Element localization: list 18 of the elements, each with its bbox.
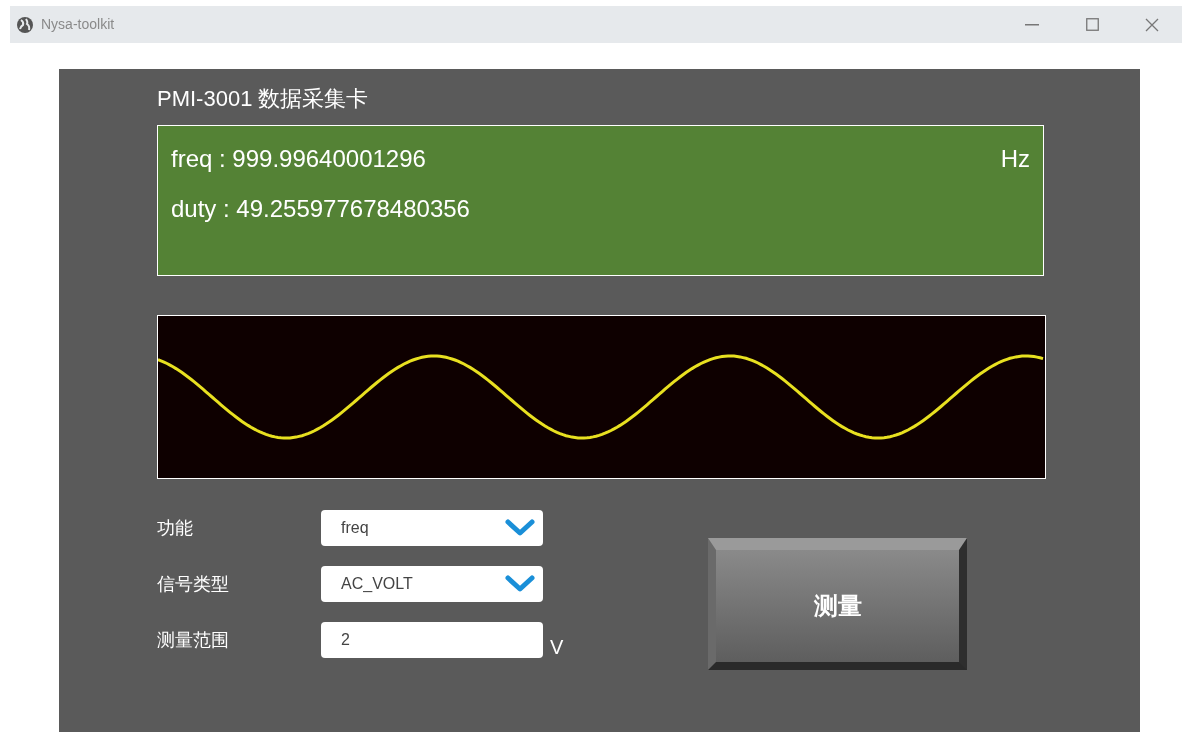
panel-title: PMI-3001 数据采集卡 [157, 85, 370, 113]
chevron-down-icon [505, 519, 535, 537]
field-label: 功能 [157, 516, 194, 540]
field-label: 测量范围 [157, 628, 230, 652]
input-field[interactable]: 2 [321, 622, 543, 658]
readout-value: duty : 49.255977678480356 [171, 194, 470, 224]
maximize-icon [1085, 18, 1099, 31]
field-label: 信号类型 [157, 572, 230, 596]
window-title: Nysa-toolkit [41, 15, 115, 34]
unit-label: V [550, 635, 564, 660]
dropdown[interactable]: freq [321, 510, 543, 546]
readout-value: freq : 999.99640001296 [171, 144, 426, 174]
measure-button[interactable]: 测量 [708, 538, 967, 670]
unit-label: Hz [1000, 144, 1030, 174]
dropdown[interactable]: AC_VOLT [321, 566, 543, 602]
chevron-down-icon [505, 575, 535, 593]
minimize-icon [1025, 23, 1039, 26]
close-icon [1145, 17, 1159, 32]
